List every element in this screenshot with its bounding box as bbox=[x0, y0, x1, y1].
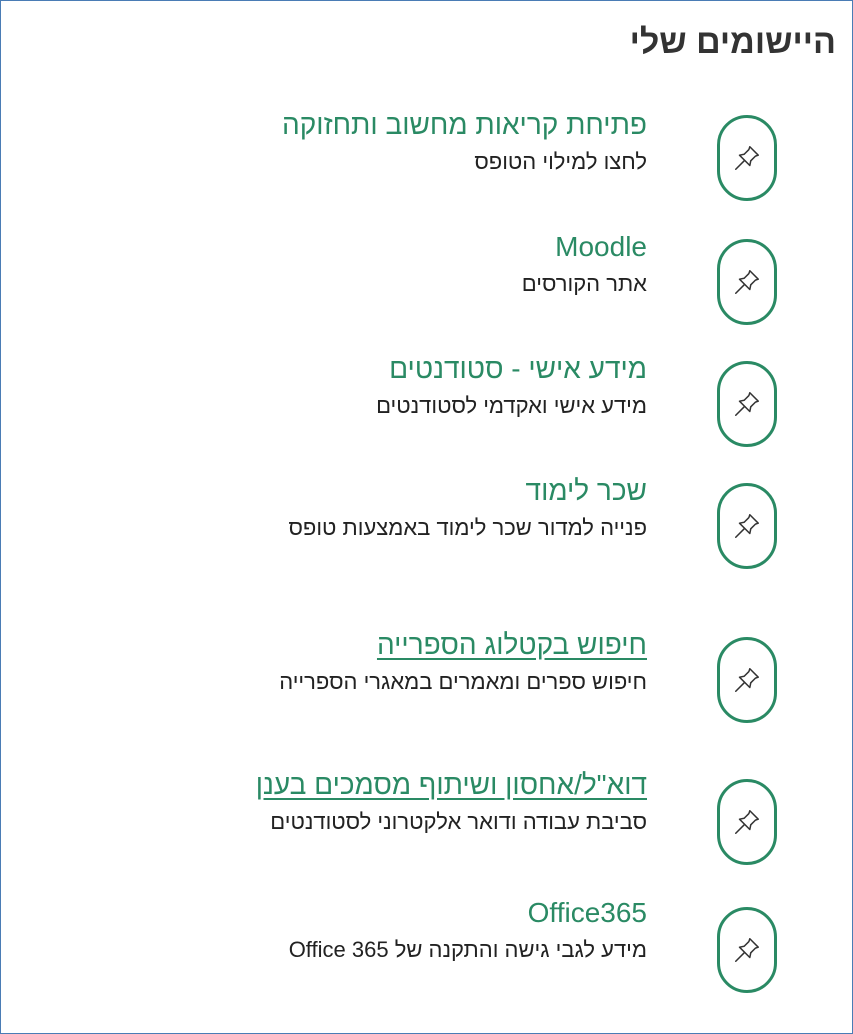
app-title[interactable]: פתיחת קריאות מחשוב ותחזוקה bbox=[282, 109, 647, 141]
page-title: היישומים שלי bbox=[629, 23, 836, 61]
pin-button[interactable] bbox=[717, 483, 777, 569]
app-text: פתיחת קריאות מחשוב ותחזוקה לחצו למילוי ה… bbox=[282, 109, 647, 177]
pin-button[interactable] bbox=[717, 907, 777, 993]
pin-button[interactable] bbox=[717, 361, 777, 447]
app-description: סביבת עבודה ודואר אלקטרוני לסטודנטים bbox=[270, 809, 647, 834]
app-item: שכר לימוד פנייה למדור שכר לימוד באמצעות … bbox=[0, 475, 852, 585]
app-title[interactable]: Office365 bbox=[289, 897, 647, 929]
app-text: Moodle אתר הקורסים bbox=[522, 231, 647, 299]
pin-icon bbox=[735, 146, 759, 170]
pin-icon bbox=[735, 668, 759, 692]
app-text: Office365 מידע לגבי גישה והתקנה של Offic… bbox=[289, 897, 647, 965]
app-title[interactable]: מידע אישי - סטודנטים bbox=[376, 353, 647, 385]
app-text: מידע אישי - סטודנטים מידע אישי ואקדמי לס… bbox=[376, 353, 647, 421]
app-title[interactable]: Moodle bbox=[522, 231, 647, 263]
app-text: דוא"ל/אחסון ושיתוף מסמכים בענן סביבת עבו… bbox=[256, 769, 647, 837]
pin-icon bbox=[735, 270, 759, 294]
app-description: לחצו למילוי הטופס bbox=[474, 149, 647, 174]
app-item: מידע אישי - סטודנטים מידע אישי ואקדמי לס… bbox=[0, 353, 852, 463]
app-item: Moodle אתר הקורסים bbox=[0, 231, 852, 341]
app-text: חיפוש בקטלוג הספרייה חיפוש ספרים ומאמרים… bbox=[279, 629, 647, 697]
pin-icon bbox=[735, 392, 759, 416]
app-title-link[interactable]: חיפוש בקטלוג הספרייה bbox=[279, 629, 647, 661]
pin-button[interactable] bbox=[717, 779, 777, 865]
app-description: פנייה למדור שכר לימוד באמצעות טופס bbox=[288, 515, 648, 540]
pin-button[interactable] bbox=[717, 239, 777, 325]
app-description: חיפוש ספרים ומאמרים במאגרי הספרייה bbox=[279, 669, 647, 694]
app-description: אתר הקורסים bbox=[521, 271, 647, 296]
app-item: Office365 מידע לגבי גישה והתקנה של Offic… bbox=[0, 897, 852, 1007]
pin-button[interactable] bbox=[717, 115, 777, 201]
app-description: מידע אישי ואקדמי לסטודנטים bbox=[376, 393, 647, 418]
app-item: חיפוש בקטלוג הספרייה חיפוש ספרים ומאמרים… bbox=[0, 629, 852, 739]
app-title[interactable]: שכר לימוד bbox=[289, 475, 647, 507]
pin-icon bbox=[735, 514, 759, 538]
app-item: דוא"ל/אחסון ושיתוף מסמכים בענן סביבת עבו… bbox=[0, 769, 852, 879]
app-text: שכר לימוד פנייה למדור שכר לימוד באמצעות … bbox=[289, 475, 648, 543]
app-item: פתיחת קריאות מחשוב ותחזוקה לחצו למילוי ה… bbox=[0, 109, 852, 219]
pin-icon bbox=[735, 810, 759, 834]
my-apps-panel: היישומים שלי פתיחת קריאות מחשוב ותחזוקה … bbox=[0, 0, 853, 1034]
pin-button[interactable] bbox=[717, 637, 777, 723]
pin-icon bbox=[735, 938, 759, 962]
app-title-link[interactable]: דוא"ל/אחסון ושיתוף מסמכים בענן bbox=[256, 769, 647, 801]
app-description: מידע לגבי גישה והתקנה של Office 365 bbox=[288, 937, 647, 962]
